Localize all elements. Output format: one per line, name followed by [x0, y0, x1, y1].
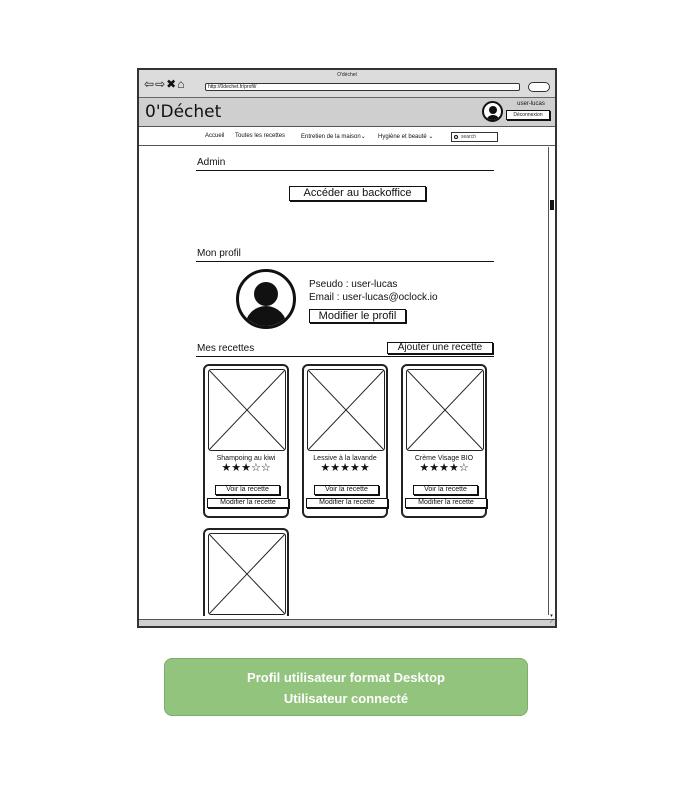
recipe-name: Shampoing au kiwi [216, 455, 276, 462]
star-icon: ☆ [260, 462, 271, 474]
profile-email: Email : user-lucas@oclock.io [309, 292, 438, 303]
chevron-down-icon: ⌄ [360, 134, 366, 140]
browser-nav-buttons: ⇦⇨✖⌂ [144, 78, 185, 90]
main-nav: Accueil Toutes les recettes Entretien de… [139, 128, 555, 146]
profile-section-title: Mon profil [197, 248, 241, 259]
vertical-scrollbar[interactable] [548, 147, 555, 615]
star-icon: ★ [439, 462, 449, 474]
add-recipe-button[interactable]: Ajouter une recette [387, 342, 493, 354]
scrollbar-thumb[interactable] [550, 200, 554, 210]
logout-button[interactable]: Déconnexion [506, 110, 550, 120]
divider [196, 356, 494, 357]
edit-profile-button[interactable]: Modifier le profil [309, 309, 406, 323]
search-input[interactable]: search [451, 132, 498, 142]
back-arrow-icon[interactable]: ⇦ [144, 78, 155, 90]
forward-arrow-icon[interactable]: ⇨ [155, 78, 166, 90]
site-logo[interactable]: 0'Déchet [145, 102, 221, 122]
nav-item-hygiene[interactable]: Hygiène et beauté ⌄ [378, 133, 433, 140]
url-go-button[interactable] [528, 82, 550, 92]
divider [196, 261, 494, 262]
search-icon [454, 135, 458, 139]
status-bar: ⟋ [139, 619, 555, 626]
star-icon: ★ [241, 462, 251, 474]
recipes-section-title: Mes recettes [197, 343, 255, 354]
recipe-card [203, 528, 289, 616]
recipe-card: Shampoing au kiwi ★★★☆☆ Voir la recette … [203, 364, 289, 518]
image-placeholder-icon [307, 369, 385, 451]
home-icon[interactable]: ⌂ [177, 78, 185, 90]
star-icon: ★ [320, 462, 331, 474]
star-icon: ★ [231, 462, 242, 474]
star-rating: ★★★★★ [304, 462, 386, 474]
star-icon: ★ [448, 462, 459, 474]
star-icon: ★ [419, 462, 430, 474]
star-icon: ★ [340, 462, 350, 474]
star-rating: ★★★★☆ [403, 462, 485, 474]
star-icon: ★ [349, 462, 360, 474]
profile-pseudo: Pseudo : user-lucas [309, 279, 398, 290]
window-title: O'déchet [337, 72, 357, 78]
backoffice-button[interactable]: Accéder au backoffice [289, 186, 426, 201]
view-recipe-button[interactable]: Voir la recette [314, 485, 379, 495]
image-placeholder-icon [208, 369, 286, 451]
avatar-icon[interactable] [482, 101, 503, 122]
resize-grip-icon[interactable]: ⟋ [550, 619, 554, 626]
view-recipe-button[interactable]: Voir la recette [215, 485, 280, 495]
chevron-down-icon: ⌄ [426, 134, 434, 140]
url-bar[interactable]: http://0dechet.fr/profil/ [205, 83, 520, 91]
close-icon[interactable]: ✖ [166, 78, 177, 90]
image-placeholder-icon [406, 369, 484, 451]
edit-recipe-button[interactable]: Modifier la recette [405, 498, 487, 508]
star-icon: ★ [359, 462, 370, 474]
star-rating: ★★★☆☆ [205, 462, 287, 474]
caption-line-2: Utilisateur connecté [283, 691, 409, 706]
recipe-name: Crème Visage BIO [414, 455, 474, 462]
divider [196, 170, 494, 171]
nav-item-toutes-recettes[interactable]: Toutes les recettes [235, 133, 285, 139]
edit-recipe-button[interactable]: Modifier la recette [306, 498, 388, 508]
caption-box: Profil utilisateur format Desktop Utilis… [164, 658, 528, 716]
star-icon: ★ [221, 462, 232, 474]
browser-chrome: O'déchet ⇦⇨✖⌂ http://0dechet.fr/profil/ [139, 70, 555, 98]
nav-item-entretien[interactable]: Entretien de la maison⌄ [301, 133, 366, 140]
nav-item-accueil[interactable]: Accueil [205, 133, 224, 139]
recipe-name: Lessive à la lavande [313, 455, 377, 462]
caption-line-1: Profil utilisateur format Desktop [247, 670, 445, 685]
image-placeholder-icon [208, 533, 286, 615]
browser-window: O'déchet ⇦⇨✖⌂ http://0dechet.fr/profil/ … [137, 68, 557, 628]
admin-section-title: Admin [197, 157, 226, 168]
star-icon: ★ [429, 462, 440, 474]
recipe-card: Crème Visage BIO ★★★★☆ Voir la recette M… [401, 364, 487, 518]
star-icon: ☆ [250, 462, 261, 474]
edit-recipe-button[interactable]: Modifier la recette [207, 498, 289, 508]
site-header: 0'Déchet user-lucas Déconnexion [139, 98, 555, 127]
star-icon: ☆ [458, 462, 469, 474]
avatar-icon [236, 269, 296, 329]
view-recipe-button[interactable]: Voir la recette [413, 485, 478, 495]
recipe-card: Lessive à la lavande ★★★★★ Voir la recet… [302, 364, 388, 518]
header-username: user-lucas [517, 101, 545, 107]
star-icon: ★ [330, 462, 341, 474]
